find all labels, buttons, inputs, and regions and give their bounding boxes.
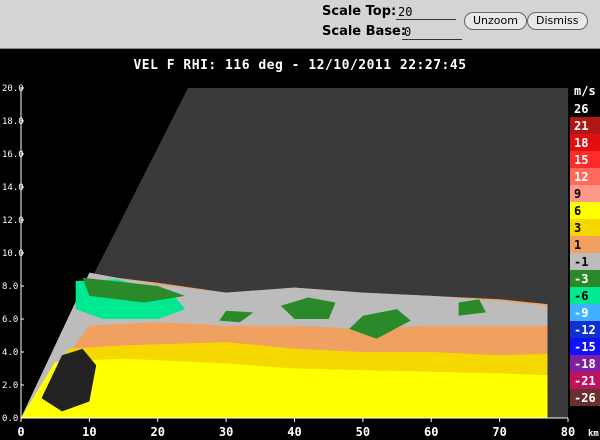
colorbar-label: -15 [574,340,596,354]
colorbar-label: -9 [574,306,588,320]
colorbar-label: -6 [574,289,588,303]
x-tick-label: 70 [492,425,506,439]
x-unit-label: km [588,429,599,439]
y-tick-label: 2.0 [2,381,18,391]
colorbar-label: 9 [574,187,581,201]
colorbar-label: -1 [574,255,588,269]
y-tick-label: 8.0 [2,282,18,292]
colorbar-label: 1 [574,238,581,252]
x-tick-label: 50 [356,425,370,439]
y-tick-label: 0.0 [2,414,18,424]
colorbar-label: -21 [574,374,596,388]
colorbar-label: -12 [574,323,596,337]
y-tick-label: 14.0 [2,183,24,193]
y-tick-label: 16.0 [2,150,24,160]
x-tick-label: 60 [424,425,438,439]
colorbar-label: 3 [574,221,581,235]
y-tick-label: 4.0 [2,348,18,358]
y-tick-label: 6.0 [2,315,18,325]
x-tick-label: 0 [17,425,24,439]
colorbar-label: 21 [574,119,588,133]
colorbar-label: 26 [574,102,588,116]
colorbar-unit: m/s [574,84,596,98]
radar-data-layer [21,88,568,418]
rhi-plot[interactable]: 0 10 20 30 40 50 60 70 80 0.0 2.0 4.0 6.0 8.0 10.0 12.0… [0,0,600,440]
colorbar: m/s 26 21 18 15 12 9 6 3 1 -1 -3 -6 -9 -12 -15 -18 -21 -2… [570,84,600,406]
colorbar-label: 15 [574,153,588,167]
x-tick-label: 40 [287,425,301,439]
colorbar-label: -3 [574,272,588,286]
y-tick-label: 10.0 [2,249,24,259]
colorbar-label: -26 [574,391,596,405]
x-tick-label: 80 [561,425,575,439]
x-tick-label: 10 [82,425,96,439]
colorbar-label: 12 [574,170,588,184]
colorbar-label: 6 [574,204,581,218]
y-tick-label: 12.0 [2,216,24,226]
y-tick-label: 20.0 [2,84,24,94]
y-tick-label: 18.0 [2,117,24,127]
colorbar-label: 18 [574,136,588,150]
colorbar-label: -18 [574,357,596,371]
x-tick-label: 30 [219,425,233,439]
x-tick-label: 20 [151,425,165,439]
